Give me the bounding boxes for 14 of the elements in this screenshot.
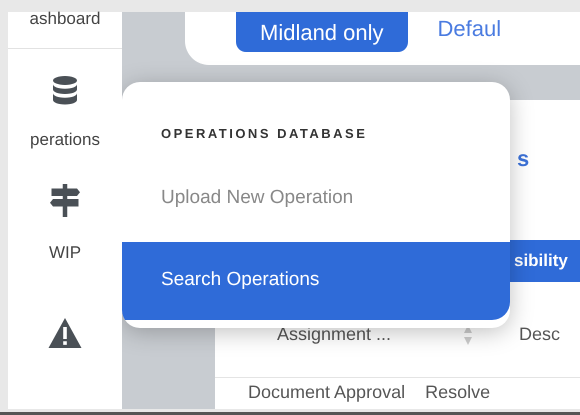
sidebar-label[interactable]: perations [30,126,100,152]
menu-title: OPERATIONS DATABASE [160,125,368,143]
warning-icon [47,316,83,350]
content-heading: s [516,145,530,173]
menu-item[interactable]: Upload New Operation [122,184,510,222]
sidebar-label[interactable]: ashboard [30,6,100,32]
table-cell: Resolve [425,381,490,403]
column-header[interactable]: Desc [519,321,560,348]
table-cell: Document Approval [248,381,406,403]
sidebar-label[interactable]: WIP [48,240,82,266]
filter-button[interactable]: Midland only [236,12,408,52]
tab[interactable]: sibility [510,240,580,282]
default-link[interactable]: Defaul [438,12,502,46]
menu-item[interactable]: Search Operations [122,242,510,320]
